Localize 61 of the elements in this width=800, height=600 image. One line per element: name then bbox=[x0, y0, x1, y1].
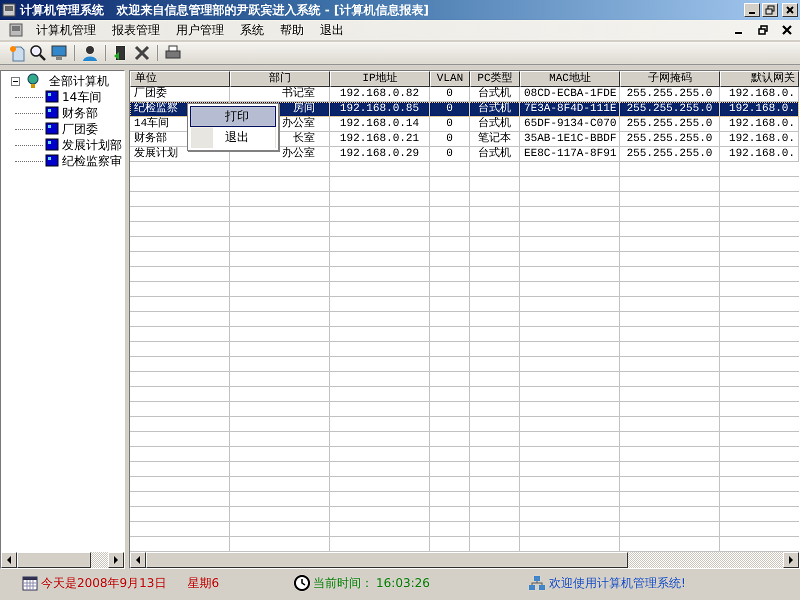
menu-item[interactable]: 退出 bbox=[320, 22, 344, 38]
user-icon[interactable] bbox=[81, 44, 99, 62]
time-label: 当前时间： bbox=[313, 574, 373, 592]
time-text: 16:03:26 bbox=[376, 576, 430, 590]
column-header[interactable]: 默认网关 bbox=[720, 71, 799, 87]
left-arrow-icon bbox=[135, 556, 141, 564]
tree-item[interactable]: 全部计算机 bbox=[49, 72, 109, 90]
column-header[interactable]: PC类型 bbox=[470, 71, 520, 87]
menu-item[interactable]: 帮助 bbox=[280, 22, 304, 38]
right-arrow-icon bbox=[788, 556, 794, 564]
network-icon bbox=[528, 575, 546, 591]
clock-icon bbox=[294, 575, 310, 591]
right-arrow-icon bbox=[113, 556, 119, 564]
restore-button[interactable] bbox=[762, 3, 778, 17]
column-header[interactable]: IP地址 bbox=[330, 71, 430, 87]
computer-icon bbox=[45, 154, 59, 168]
menu-item[interactable]: 用户管理 bbox=[176, 22, 224, 38]
welcome-text: 欢迎使用计算机管理系统! bbox=[549, 574, 686, 592]
close-icon bbox=[785, 5, 795, 15]
globe-icon bbox=[25, 73, 41, 89]
computer-icon bbox=[45, 106, 59, 120]
collapse-toggle-icon[interactable] bbox=[11, 76, 20, 86]
tree-item[interactable]: 14车间 bbox=[62, 88, 102, 106]
tree-item[interactable]: 财务部 bbox=[62, 104, 98, 122]
scroll-left-button[interactable] bbox=[130, 552, 146, 568]
close-button[interactable] bbox=[782, 3, 798, 17]
menu-item[interactable]: 报表管理 bbox=[112, 22, 160, 38]
date-text: 今天是2008年9月13日 bbox=[41, 574, 166, 592]
calendar-icon bbox=[22, 575, 38, 591]
column-header[interactable]: 单位 bbox=[130, 71, 230, 87]
scroll-right-button[interactable] bbox=[108, 552, 124, 568]
window-title: 计算机管理系统 欢迎来自信息管理部的尹跃宾进入系统 - [计算机信息报表] bbox=[20, 2, 430, 18]
computer-icon bbox=[45, 122, 59, 136]
search-icon[interactable] bbox=[29, 44, 47, 62]
weekday-text: 星期6 bbox=[187, 574, 220, 592]
computer-icon bbox=[45, 90, 59, 104]
left-arrow-icon bbox=[6, 556, 12, 564]
column-header[interactable]: MAC地址 bbox=[520, 71, 620, 87]
document-icon bbox=[8, 22, 24, 38]
scroll-right-button[interactable] bbox=[783, 552, 799, 568]
scrollbar-thumb[interactable] bbox=[17, 552, 91, 568]
tree-item[interactable]: 发展计划部 bbox=[62, 136, 122, 154]
tools-icon[interactable] bbox=[133, 44, 151, 62]
app-icon bbox=[2, 3, 16, 17]
menu-item[interactable]: 退出 bbox=[190, 127, 276, 148]
menu-item[interactable]: 打印 bbox=[190, 106, 276, 127]
minimize-button[interactable] bbox=[744, 3, 760, 17]
computer-icon bbox=[45, 138, 59, 152]
column-header[interactable]: VLAN bbox=[430, 71, 470, 87]
tree-item[interactable]: 纪检监察审 bbox=[62, 152, 122, 170]
close-icon[interactable] bbox=[782, 25, 792, 35]
tree-item[interactable]: 厂团委 bbox=[62, 120, 98, 138]
column-header[interactable]: 子网掩码 bbox=[620, 71, 720, 87]
column-header[interactable]: 部门 bbox=[230, 71, 330, 87]
menu-item[interactable]: 计算机管理 bbox=[36, 22, 96, 38]
scroll-left-button[interactable] bbox=[1, 552, 17, 568]
new-document-icon[interactable] bbox=[8, 44, 26, 62]
minimize-icon bbox=[749, 12, 755, 14]
menu-item[interactable]: 系统 bbox=[240, 22, 264, 38]
monitor-icon[interactable] bbox=[50, 44, 68, 62]
scrollbar-thumb[interactable] bbox=[146, 552, 628, 568]
